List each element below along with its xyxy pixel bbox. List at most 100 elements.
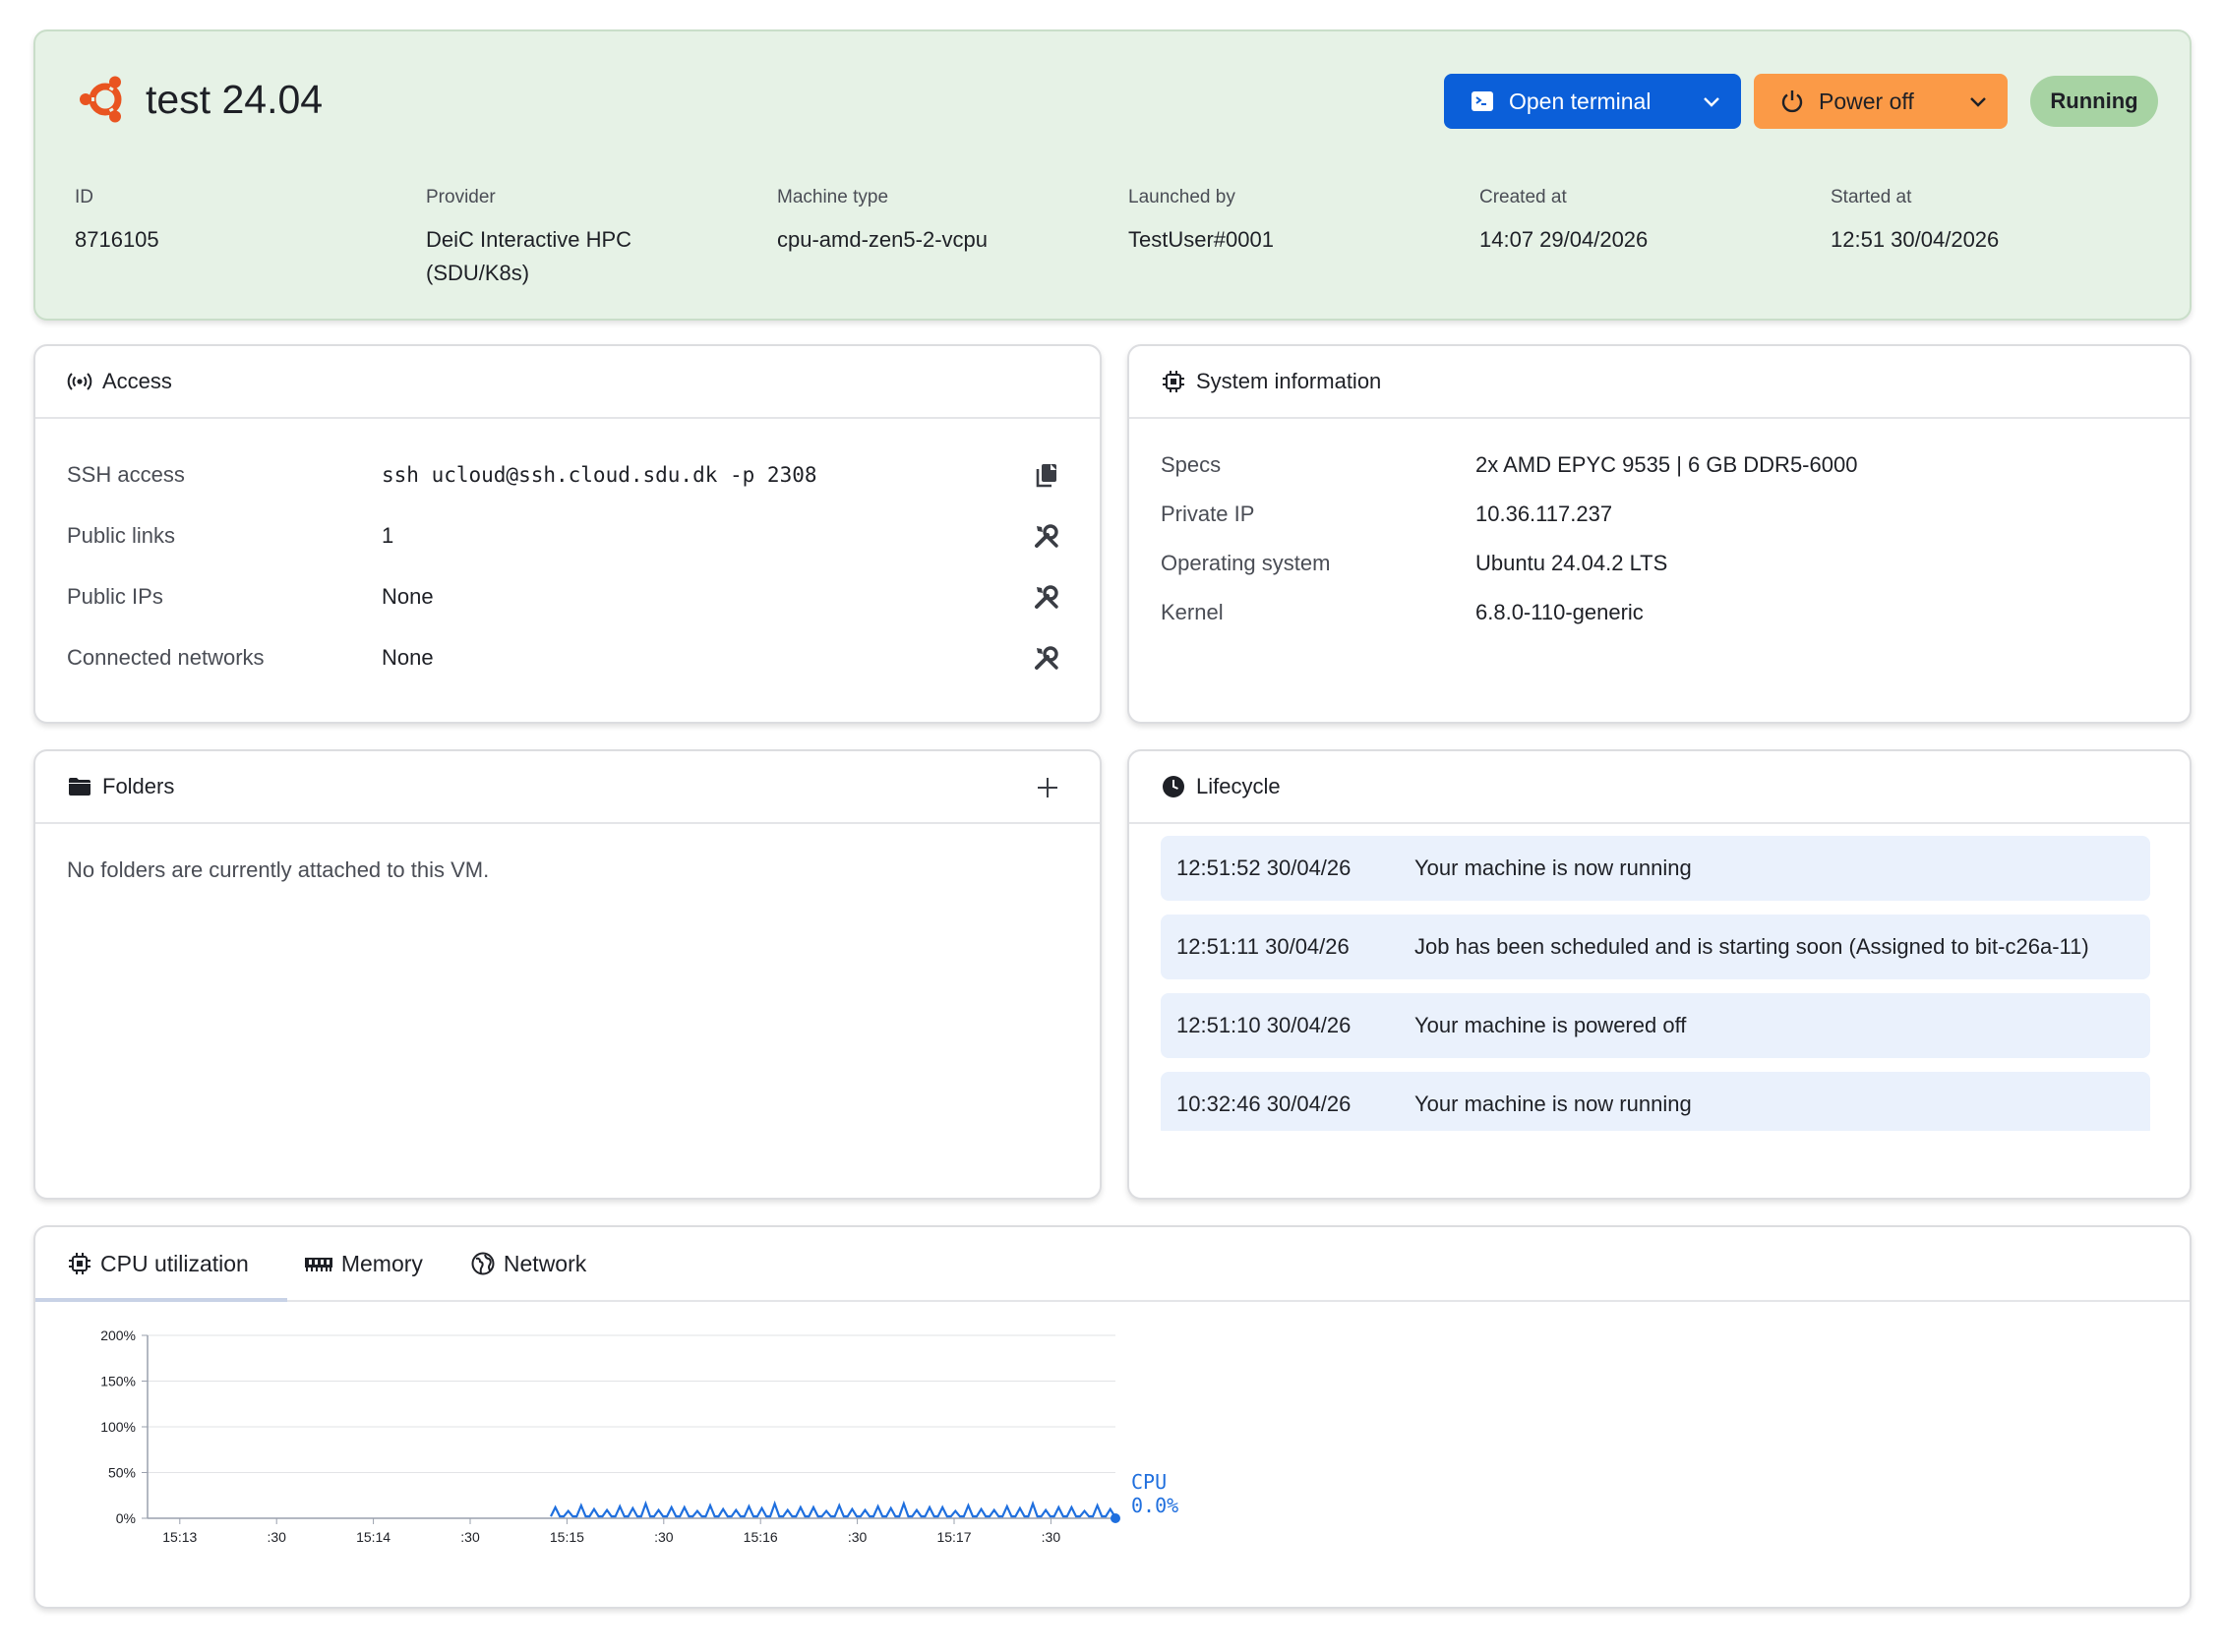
meta-machine-type: Machine type cpu-amd-zen5-2-vcpu: [777, 187, 1112, 257]
broadcast-icon: [67, 369, 92, 394]
meta-value: TestUser#0001: [1128, 227, 1274, 252]
sysinfo-row-specs: Specs 2x AMD EPYC 9535 | 6 GB DDR5-6000: [1161, 441, 2158, 490]
x-tick-label: 15:14: [356, 1529, 391, 1545]
metrics-tabs: CPU utilization Memory Network: [35, 1227, 2190, 1302]
row-label: Kernel: [1161, 600, 1224, 624]
lifecycle-title: Lifecycle: [1196, 774, 1281, 798]
event-time: 12:51:10 30/04/26: [1176, 1013, 1352, 1037]
meta-label: Launched by: [1128, 187, 1235, 207]
wrench-screwdriver-icon[interactable]: [1033, 644, 1060, 672]
row-label: Operating system: [1161, 551, 1331, 575]
folders-header: Folders: [35, 751, 1100, 824]
meta-label: Created at: [1479, 187, 1567, 207]
lifecycle-event: 10:32:46 30/04/26 Your machine is now ru…: [1161, 1072, 2150, 1131]
y-tick-label: 100%: [100, 1419, 136, 1435]
ubuntu-logo-icon: [77, 71, 134, 128]
event-message: Job has been scheduled and is starting s…: [1414, 934, 2089, 959]
meta-value: DeiC Interactive HPC (SDU/K8s): [426, 227, 632, 285]
y-tick-label: 200%: [100, 1328, 136, 1343]
x-tick-label: :30: [654, 1529, 674, 1545]
series-value-label: 0.0%: [1131, 1494, 1178, 1517]
meta-label: Machine type: [777, 187, 889, 207]
meta-provider: Provider DeiC Interactive HPC (SDU/K8s): [426, 187, 721, 290]
power-icon: [1779, 88, 1805, 114]
row-value: 2x AMD EPYC 9535 | 6 GB DDR5-6000: [1475, 452, 1858, 477]
ssh-command: ssh ucloud@ssh.cloud.sdu.dk -p 2308: [382, 463, 817, 487]
chevron-down-icon[interactable]: [1966, 89, 1990, 113]
meta-launched-by: Launched by TestUser#0001: [1128, 187, 1463, 257]
sysinfo-row-os: Operating system Ubuntu 24.04.2 LTS: [1161, 539, 2158, 588]
cpu-chip-icon: [67, 1251, 92, 1276]
clock-icon: [1161, 774, 1186, 799]
title-row: test 24.04: [77, 71, 323, 128]
system-information-card: System information Specs 2x AMD EPYC 953…: [1127, 344, 2192, 724]
meta-label: Started at: [1831, 187, 1912, 207]
status-badge: Running: [2030, 76, 2158, 127]
meta-value: cpu-amd-zen5-2-vcpu: [777, 227, 988, 252]
lifecycle-card: Lifecycle 12:51:52 30/04/26 Your machine…: [1127, 749, 2192, 1200]
tab-cpu-utilization[interactable]: CPU utilization: [35, 1227, 287, 1302]
access-title: Access: [102, 369, 172, 393]
lifecycle-event: 12:51:52 30/04/26 Your machine is now ru…: [1161, 836, 2150, 901]
event-message: Your machine is powered off: [1414, 1013, 1687, 1037]
meta-id: ID 8716105: [75, 187, 409, 257]
lifecycle-header: Lifecycle: [1129, 751, 2190, 824]
system-information-header: System information: [1129, 346, 2190, 419]
x-tick-label: 15:15: [550, 1529, 584, 1545]
x-tick-label: 15:16: [744, 1529, 778, 1545]
x-tick-label: :30: [848, 1529, 868, 1545]
series-name-label: CPU: [1131, 1470, 1167, 1494]
page-title: test 24.04: [146, 76, 324, 122]
copy-icon[interactable]: [1033, 461, 1060, 489]
event-time: 12:51:11 30/04/26: [1176, 934, 1350, 959]
open-terminal-label: Open terminal: [1509, 88, 1652, 114]
globe-icon: [470, 1251, 496, 1276]
access-row-networks: Connected networks None: [67, 627, 1068, 688]
add-folder-icon[interactable]: [1035, 775, 1060, 800]
access-row-public-ips: Public IPs None: [67, 566, 1068, 627]
event-time: 10:32:46 30/04/26: [1176, 1092, 1352, 1116]
cpu-utilization-chart: 0% 50% 100% 150% 200% 15:13:30 15:14:30 15:15:3…: [100, 1328, 1178, 1545]
open-terminal-button[interactable]: Open terminal: [1444, 74, 1741, 129]
x-tick-label: 15:17: [936, 1529, 971, 1545]
event-time: 12:51:52 30/04/26: [1176, 856, 1352, 880]
lifecycle-event: 12:51:11 30/04/26 Job has been scheduled…: [1161, 914, 2150, 979]
tab-label: Network: [503, 1250, 587, 1276]
folders-title: Folders: [102, 774, 175, 798]
x-tick-label: 15:13: [162, 1529, 197, 1545]
folders-card: Folders No folders are currently attache…: [33, 749, 1102, 1200]
tab-memory[interactable]: Memory: [249, 1227, 423, 1300]
system-information-title: System information: [1196, 369, 1382, 393]
power-off-button[interactable]: Power off: [1754, 74, 2008, 129]
lifecycle-event: 12:51:10 30/04/26 Your machine is powere…: [1161, 993, 2150, 1058]
access-row-public-links: Public links 1: [67, 505, 1068, 566]
event-message: Your machine is now running: [1414, 856, 1692, 880]
meta-label: Provider: [426, 187, 496, 207]
tab-label: Memory: [340, 1250, 423, 1276]
sysinfo-row-private-ip: Private IP 10.36.117.237: [1161, 490, 2158, 539]
access-row-ssh: SSH access ssh ucloud@ssh.cloud.sdu.dk -…: [67, 444, 1068, 505]
instance-header-card: test 24.04 Open terminal Power off Runni…: [33, 30, 2192, 321]
row-label: Specs: [1161, 452, 1222, 477]
access-header: Access: [35, 346, 1100, 419]
chevron-down-icon[interactable]: [1700, 89, 1723, 113]
row-value: Ubuntu 24.04.2 LTS: [1475, 551, 1668, 575]
row-value: 6.8.0-110-generic: [1475, 600, 1644, 624]
access-card: Access SSH access ssh ucloud@ssh.cloud.s…: [33, 344, 1102, 724]
wrench-screwdriver-icon[interactable]: [1033, 583, 1060, 611]
wrench-screwdriver-icon[interactable]: [1033, 522, 1060, 550]
y-tick-label: 150%: [100, 1374, 136, 1389]
sysinfo-row-kernel: Kernel 6.8.0-110-generic: [1161, 588, 2158, 637]
cpu-series-endpoint: [1111, 1513, 1120, 1523]
power-off-label: Power off: [1819, 88, 1914, 114]
folder-icon: [67, 774, 92, 799]
row-label: Private IP: [1161, 502, 1255, 526]
meta-created-at: Created at 14:07 29/04/2026: [1479, 187, 1814, 257]
x-tick-label: :30: [460, 1529, 480, 1545]
terminal-icon: [1470, 88, 1495, 114]
lifecycle-list[interactable]: 12:51:52 30/04/26 Your machine is now ru…: [1161, 836, 2150, 1131]
tab-label: CPU utilization: [100, 1250, 249, 1276]
tab-network[interactable]: Network: [423, 1227, 586, 1300]
row-label: Public IPs: [67, 584, 163, 609]
row-label: SSH access: [67, 462, 185, 487]
